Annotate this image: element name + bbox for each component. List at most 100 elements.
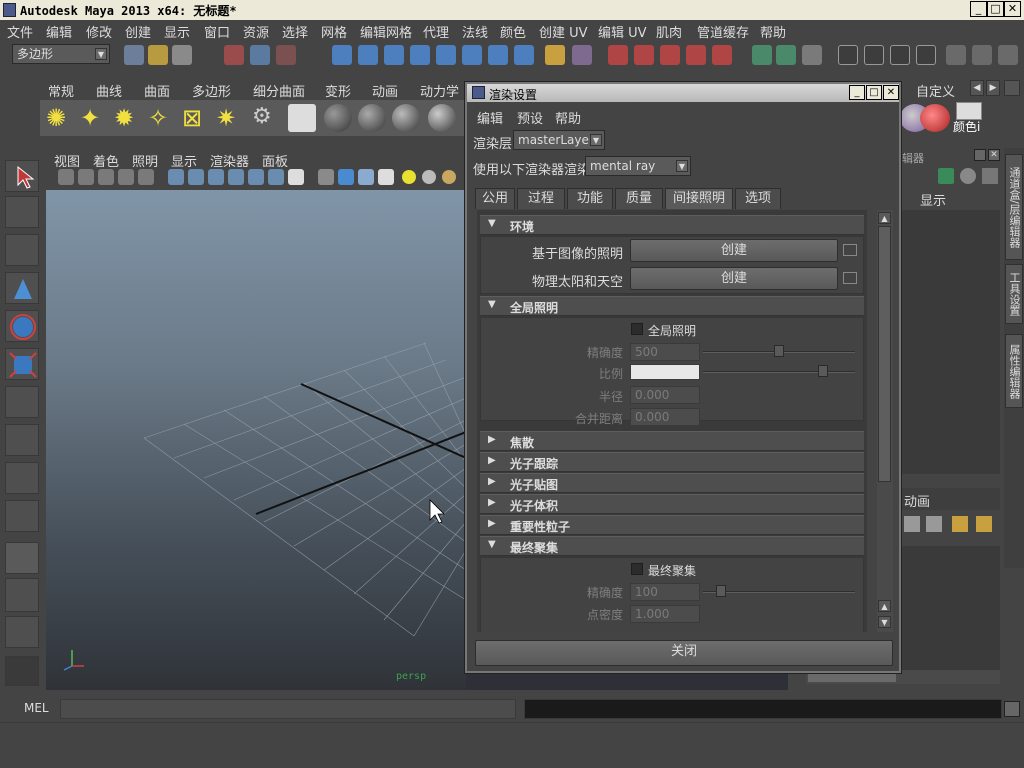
gi-checkbox[interactable] <box>631 323 643 335</box>
two-d-pan-icon[interactable] <box>138 169 154 185</box>
ibl-create-button[interactable]: 创建 <box>630 239 838 262</box>
minimize-button[interactable]: _ <box>970 1 987 17</box>
input-list-icon[interactable] <box>572 45 592 65</box>
shelf-scroll-left-icon[interactable]: ◀ <box>970 80 984 96</box>
shelf-tab-custom[interactable]: 自定义 <box>916 81 955 100</box>
save-scene-icon[interactable] <box>172 45 192 65</box>
paint-color-icon[interactable] <box>920 104 950 132</box>
tab-common[interactable]: 公用 <box>475 188 515 209</box>
gi-scale-color-swatch[interactable] <box>630 364 700 380</box>
shadows-icon[interactable] <box>442 170 456 184</box>
single-pane-layout-icon[interactable] <box>5 542 39 574</box>
menu-display[interactable]: 显示 <box>164 22 190 41</box>
mel-label[interactable]: MEL <box>24 701 49 715</box>
menu-set-selector[interactable]: 多边形 ▼ <box>12 44 110 64</box>
perspective-viewport[interactable]: persp <box>46 190 466 690</box>
close-button[interactable]: 关闭 <box>475 640 893 666</box>
vtab-channel-box[interactable]: 通道盒/层编辑器 <box>1005 154 1023 260</box>
new-layer-selected-icon[interactable] <box>976 516 992 532</box>
camera-attributes-icon[interactable] <box>78 169 94 185</box>
scale-tool-icon[interactable] <box>5 348 39 380</box>
snap-plane-icon[interactable] <box>436 45 456 65</box>
shelf-tab-deform[interactable]: 变形 <box>325 81 351 100</box>
maximize-button[interactable]: □ <box>987 1 1004 17</box>
wireframe-on-shaded-icon[interactable] <box>358 169 374 185</box>
input-ops-icon[interactable] <box>752 45 772 65</box>
material-sphere-3-icon[interactable] <box>392 104 420 132</box>
command-input[interactable] <box>60 699 516 719</box>
shelf-tab-surfaces[interactable]: 曲面 <box>144 81 170 100</box>
safe-title-icon[interactable] <box>288 169 304 185</box>
toggle-channel-box-icon[interactable] <box>998 45 1018 65</box>
tab-indirect-lighting[interactable]: 间接照明 <box>665 188 733 209</box>
toggle-panel-icon[interactable] <box>946 45 966 65</box>
use-all-lights-icon[interactable] <box>422 170 436 184</box>
scroll-thumb[interactable] <box>878 226 891 482</box>
show-manipulator-icon[interactable] <box>5 462 39 494</box>
gi-scale-slider[interactable] <box>703 371 855 373</box>
layer-stack-icon-1[interactable] <box>904 516 920 532</box>
tab-passes[interactable]: 过程 <box>517 188 565 209</box>
select-component-icon[interactable] <box>276 45 296 65</box>
outliner-layout-icon[interactable] <box>5 616 39 648</box>
lock-icon[interactable] <box>545 45 565 65</box>
dialog-menu-help[interactable]: 帮助 <box>555 108 581 127</box>
menu-create-uv[interactable]: 创建 UV <box>539 22 588 41</box>
camera-icon[interactable]: ⚙ <box>252 104 280 132</box>
menu-edit-mesh[interactable]: 编辑网格 <box>360 22 412 41</box>
textured-icon[interactable] <box>378 169 394 185</box>
script-editor-icon[interactable] <box>1004 701 1020 717</box>
menu-proxy[interactable]: 代理 <box>423 22 449 41</box>
scroll-down-icon[interactable]: ▼ <box>878 616 891 628</box>
pick-mask-icon[interactable] <box>332 45 352 65</box>
select-hierarchy-icon[interactable] <box>224 45 244 65</box>
snap-point-icon[interactable] <box>410 45 430 65</box>
snap-grid-icon[interactable] <box>358 45 378 65</box>
menu-muscle[interactable]: 肌肉 <box>656 22 682 41</box>
point-light-icon[interactable]: ✹ <box>114 104 142 132</box>
universal-manipulator-icon[interactable] <box>5 386 39 418</box>
scroll-step-up-icon[interactable]: ▲ <box>878 600 891 612</box>
select-object-icon[interactable] <box>250 45 270 65</box>
gi-radius-field[interactable]: 0.000 <box>630 386 700 404</box>
soft-mod-tool-icon[interactable] <box>5 424 39 456</box>
hypershade-icon[interactable] <box>288 104 316 132</box>
fg-accuracy-slider-knob[interactable] <box>716 585 726 597</box>
menu-edit-uv[interactable]: 编辑 UV <box>598 22 647 41</box>
field-chart-icon[interactable] <box>248 169 264 185</box>
shelf-trash-icon[interactable] <box>1004 80 1020 96</box>
channel-icon[interactable] <box>938 168 954 184</box>
settings-vertical-scrollbar[interactable]: ▲ ▲ ▼ <box>877 210 893 632</box>
scroll-up-icon[interactable]: ▲ <box>878 212 891 224</box>
menu-normals[interactable]: 法线 <box>462 22 488 41</box>
use-default-lighting-icon[interactable] <box>402 170 416 184</box>
display-label[interactable]: 显示 <box>920 190 946 209</box>
layer-icon[interactable] <box>960 168 976 184</box>
dialog-menu-edit[interactable]: 编辑 <box>477 108 503 127</box>
panel-float-icon[interactable] <box>974 149 986 161</box>
shelf-tab-polygons[interactable]: 多边形 <box>192 81 231 100</box>
shelf-tab-subdiv[interactable]: 细分曲面 <box>253 81 305 100</box>
magnet-curve-icon[interactable] <box>634 45 654 65</box>
film-gate-icon[interactable] <box>188 169 204 185</box>
renderer-dropdown[interactable]: mental ray ▼ <box>585 156 691 176</box>
shelf-tab-general[interactable]: 常规 <box>48 81 74 100</box>
open-scene-icon[interactable] <box>148 45 168 65</box>
section-photon-map[interactable]: ▶ 光子贴图 <box>480 473 864 493</box>
menu-modify[interactable]: 修改 <box>86 22 112 41</box>
shelf-scroll-right-icon[interactable]: ▶ <box>986 80 1000 96</box>
dialog-title-bar[interactable]: 渲染设置 _ □ ✕ <box>467 84 899 102</box>
smooth-shade-icon[interactable] <box>338 169 354 185</box>
material-sphere-4-icon[interactable] <box>428 104 456 132</box>
output-ops-icon[interactable] <box>776 45 796 65</box>
menu-create[interactable]: 创建 <box>125 22 151 41</box>
magnet-point-icon[interactable] <box>660 45 680 65</box>
safe-action-icon[interactable] <box>268 169 284 185</box>
ambient-light-icon[interactable]: ✺ <box>46 104 74 132</box>
bookmarks-icon[interactable] <box>98 169 114 185</box>
render-settings-icon[interactable] <box>916 45 936 65</box>
map-connect-icon[interactable] <box>843 244 857 256</box>
directional-light-icon[interactable]: ✦ <box>80 104 108 132</box>
area-light-icon[interactable]: ⊠ <box>182 104 210 132</box>
fg-accuracy-field[interactable]: 100 <box>630 583 700 601</box>
